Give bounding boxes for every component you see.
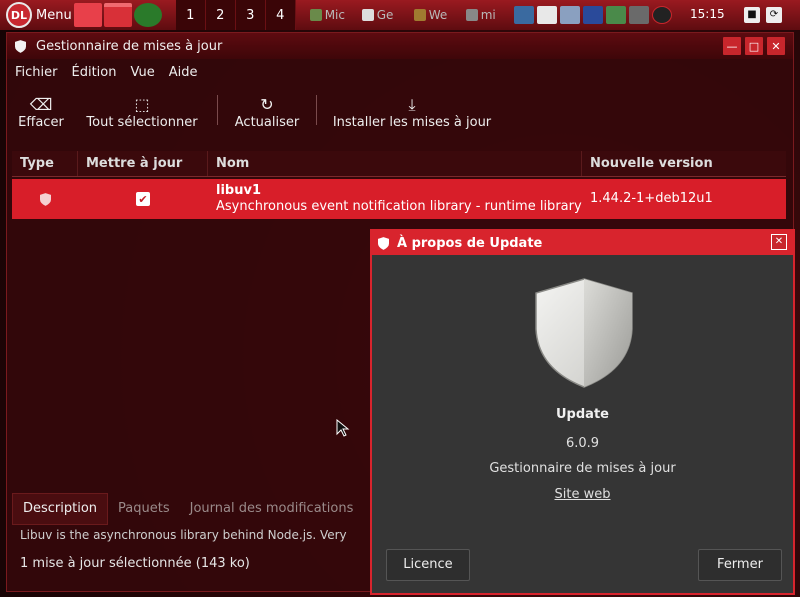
launchers (73, 3, 164, 27)
task-item[interactable]: We (410, 0, 462, 30)
task-item[interactable]: mi (462, 0, 514, 30)
app-icon (309, 9, 322, 21)
select-all-button[interactable]: ⬚ Tout sélectionner (75, 85, 209, 130)
select-all-icon: ⬚ (134, 95, 150, 114)
column-name[interactable]: Nom (208, 151, 582, 176)
shield-icon (361, 9, 374, 21)
menu-edition[interactable]: Édition (72, 65, 117, 80)
distro-logo-icon: DL (6, 2, 32, 28)
tab-changelog[interactable]: Journal des modifications (180, 494, 364, 524)
menubar: Fichier Édition Vue Aide (7, 59, 793, 85)
clock[interactable]: 15:15 (690, 7, 725, 21)
task-item[interactable]: Mic (306, 0, 358, 30)
maximize-button[interactable]: □ (745, 37, 763, 55)
lock-screen-icon[interactable]: ■ (744, 7, 760, 23)
window-titlebar[interactable]: Gestionnaire de mises à jour — □ ✕ (7, 33, 793, 59)
user-icon[interactable] (629, 6, 649, 24)
app-menu-button[interactable]: DL Menu (0, 0, 72, 30)
refresh-icon: ↻ (260, 95, 274, 114)
package-version: 1.44.2-1+deb12u1 (590, 191, 713, 206)
update-cell: ✔ (78, 179, 208, 219)
task-label: mi (480, 8, 496, 22)
app-version: 6.0.9 (565, 436, 600, 451)
about-title: À propos de Update (397, 235, 543, 251)
package-description: Asynchronous event notification library … (216, 199, 582, 214)
select-all-label: Tout sélectionner (86, 115, 198, 130)
taskbar: Mic Ge We mi (306, 0, 514, 30)
install-updates-button[interactable]: ⤓ Installer les mises à jour (317, 85, 507, 130)
erase-icon: ⌫ (29, 95, 53, 114)
about-close-button[interactable]: ✕ (771, 234, 787, 250)
dragon-launcher-icon[interactable] (133, 3, 162, 27)
shield-icon (15, 39, 26, 53)
workspace-3[interactable]: 3 (235, 0, 266, 30)
website-link[interactable]: Site web (555, 487, 611, 502)
security-icon[interactable] (652, 6, 672, 24)
clear-label: Effacer (18, 115, 64, 130)
clear-button[interactable]: ⌫ Effacer (7, 85, 75, 130)
workspace-4[interactable]: 4 (265, 0, 296, 30)
close-button[interactable]: ✕ (767, 37, 785, 55)
menu-vue[interactable]: Vue (130, 65, 154, 80)
mouse-cursor-icon (336, 419, 350, 437)
workspace-1[interactable]: 1 (175, 0, 206, 30)
about-titlebar[interactable]: À propos de Update ✕ (372, 231, 793, 255)
description-text: Libuv is the asynchronous library behind… (20, 528, 347, 542)
menu-label: Menu (36, 7, 72, 23)
window-controls: — □ ✕ (719, 37, 785, 55)
tab-packages[interactable]: Paquets (108, 494, 180, 524)
column-update[interactable]: Mettre à jour (78, 151, 208, 176)
system-tray (514, 0, 675, 30)
package-name: libuv1 (216, 183, 261, 198)
list-header: Type Mettre à jour Nom Nouvelle version (12, 151, 786, 177)
keyboard-layout-icon[interactable] (537, 6, 557, 24)
refresh-label: Actualiser (234, 115, 300, 130)
menu-fichier[interactable]: Fichier (15, 65, 58, 80)
close-dialog-button[interactable]: Fermer (698, 549, 782, 581)
top-panel: DL Menu 1 2 3 4 Mic Ge We mi 15:15 ■ ⟳ (0, 0, 800, 30)
menu-aide[interactable]: Aide (169, 65, 198, 80)
task-label: Ge (376, 8, 394, 22)
volume-icon[interactable] (560, 6, 580, 24)
launcher-icon[interactable] (73, 3, 102, 27)
column-version[interactable]: Nouvelle version (582, 151, 786, 176)
browser-icon (413, 9, 426, 21)
task-label: We (428, 8, 448, 22)
workspace-switcher: 1 2 3 4 (175, 0, 296, 30)
shield-logo-icon (535, 278, 633, 388)
folder-launcher-icon[interactable] (103, 3, 132, 27)
app-name: Update (556, 407, 609, 422)
refresh-button[interactable]: ↻ Actualiser (218, 85, 316, 130)
workspace-2[interactable]: 2 (205, 0, 236, 30)
task-item[interactable]: Ge (358, 0, 410, 30)
logout-icon[interactable]: ⟳ (766, 7, 782, 23)
type-cell (12, 179, 78, 219)
name-cell: libuv1 Asynchronous event notification l… (208, 179, 582, 219)
install-label: Installer les mises à jour (332, 115, 492, 130)
column-type[interactable]: Type (12, 151, 78, 176)
updates-icon[interactable] (606, 6, 626, 24)
about-dialog: À propos de Update ✕ Update 6.0.9 Gestio… (370, 229, 795, 595)
update-checkbox[interactable]: ✔ (136, 192, 150, 206)
tab-description[interactable]: Description (12, 493, 109, 525)
shield-icon (378, 236, 389, 250)
display-icon[interactable] (583, 6, 603, 24)
website-link-wrapper: Site web (372, 487, 793, 502)
security-update-icon (39, 192, 51, 206)
app-description: Gestionnaire de mises à jour (489, 461, 676, 476)
task-label: Mic (324, 8, 345, 22)
status-text: 1 mise à jour sélectionnée (143 ko) (20, 556, 250, 571)
table-row[interactable]: ✔ libuv1 Asynchronous event notification… (12, 179, 786, 219)
licence-button[interactable]: Licence (386, 549, 470, 581)
text-editor-icon (465, 9, 478, 21)
toolbar: ⌫ Effacer ⬚ Tout sélectionner ↻ Actualis… (7, 85, 793, 145)
download-icon: ⤓ (408, 95, 416, 114)
network-icon[interactable] (514, 6, 534, 24)
window-title: Gestionnaire de mises à jour (36, 38, 223, 54)
minimize-button[interactable]: — (723, 37, 741, 55)
